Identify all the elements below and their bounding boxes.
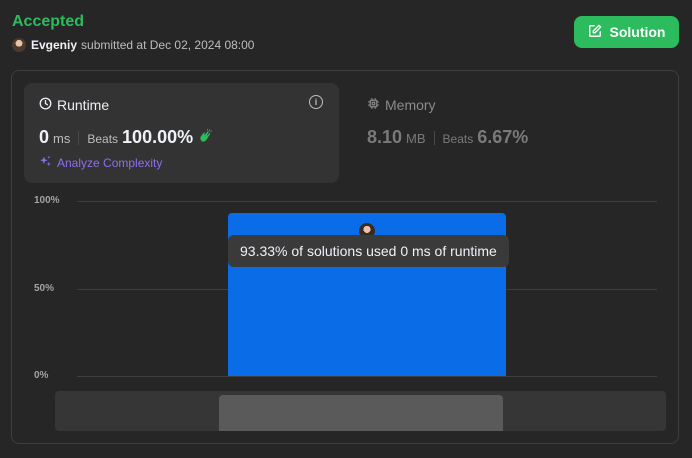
performance-panel: Runtime i 0 ms Beats 100.00% Analyze Com… [11,70,679,444]
runtime-metric: 0 ms Beats 100.00% [39,127,213,148]
scroller-thumb[interactable] [219,395,503,431]
runtime-value: 0 [39,127,50,147]
clap-icon [198,128,213,146]
gridline [77,376,657,377]
submitted-time: submitted at Dec 02, 2024 08:00 [81,38,255,52]
info-icon[interactable]: i [309,95,323,109]
memory-metric: 8.10 MB Beats 6.67% [367,127,528,148]
analyze-complexity-link[interactable]: Analyze Complexity [39,155,162,171]
gridline [77,201,657,202]
clock-icon [39,97,52,113]
memory-title-label: Memory [385,97,436,113]
runtime-title-label: Runtime [57,97,110,113]
avatar[interactable] [12,38,26,52]
solution-button-label: Solution [609,24,666,40]
memory-beats-label: Beats [442,132,474,146]
memory-beats-value: 6.67% [477,127,529,147]
divider [433,130,435,145]
memory-title: Memory [367,97,436,113]
submission-meta: Evgeniy submitted at Dec 02, 2024 08:00 [12,38,254,52]
runtime-distribution-chart: 93.33% of solutions used 0 ms of runtime… [12,189,680,389]
runtime-card[interactable]: Runtime i 0 ms Beats 100.00% Analyze Com… [24,83,339,183]
y-tick-label: 50% [34,282,55,294]
divider [78,130,80,145]
memory-value: 8.10 [367,127,403,147]
runtime-title: Runtime [39,97,109,113]
edit-icon [588,24,602,41]
runtime-unit: ms [53,131,71,146]
sparkle-icon [39,155,52,171]
chart-tooltip: 93.33% of solutions used 0 ms of runtime [228,235,509,267]
memory-unit: MB [406,131,426,146]
y-tick-label: 0% [34,370,49,381]
chart-range-scroller[interactable] [55,391,666,431]
solution-button[interactable]: Solution [574,16,679,48]
status-label: Accepted [12,13,85,30]
chip-icon [367,97,380,113]
memory-card[interactable]: Memory 8.10 MB Beats 6.67% [355,83,670,183]
y-tick-label: 100% [34,195,60,206]
submission-header: Accepted Evgeniy submitted at Dec 02, 20… [12,12,254,52]
analyze-complexity-label: Analyze Complexity [57,156,163,170]
runtime-beats-value: 100.00% [122,127,194,147]
runtime-beats-label: Beats [87,132,119,146]
author-name[interactable]: Evgeniy [31,38,77,52]
